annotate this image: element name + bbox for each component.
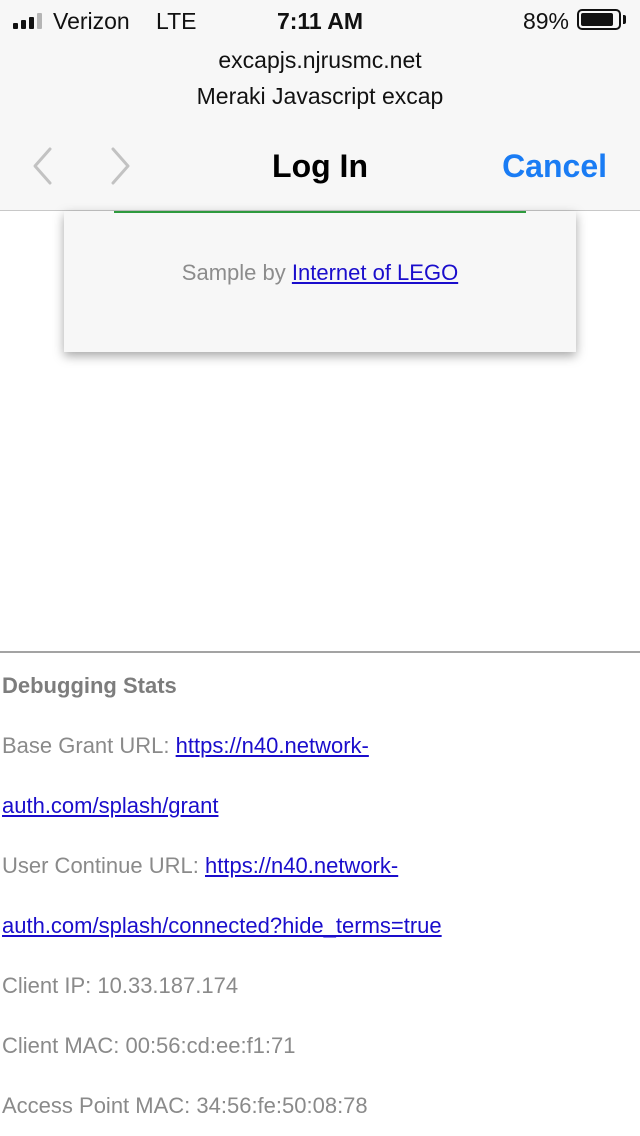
cancel-button[interactable]: Cancel [502,147,607,185]
battery-percent: 89% [522,8,569,34]
client-mac: Client MAC: 00:56:cd:ee:f1:71 [2,1033,296,1058]
base-grant-label: Base Grant URL: [2,733,170,758]
status-bar: Verizon LTE 7:11 AM 89% [0,0,640,40]
battery-icon [577,9,621,30]
user-continue-link-continued[interactable]: auth.com/splash/connected?hide_terms=tru… [2,913,442,938]
user-continue-label: User Continue URL: [2,853,199,878]
login-card: Sample by Internet of LEGO [64,211,576,352]
credit-prefix: Sample by [181,260,286,285]
battery-cap [623,15,626,24]
battery-level-fill [581,13,613,26]
user-continue-link[interactable]: https://n40.network- [205,853,398,878]
page-host: excapjs.njrusmc.net [218,47,422,73]
sample-credit: Sample by Internet of LEGO [64,259,576,287]
access-point-mac: Access Point MAC: 34:56:fe:50:08:78 [2,1093,368,1118]
base-grant-link[interactable]: https://n40.network- [176,733,369,758]
user-continue-row: User Continue URL: https://n40.network- [2,850,638,882]
base-grant-row: Base Grant URL: https://n40.network- [2,730,638,762]
client-ip: Client IP: 10.33.187.174 [2,973,239,998]
section-divider [0,651,640,653]
screen: Verizon LTE 7:11 AM 89% excapjs.njrusmc.… [0,0,640,1136]
page-title: Meraki Javascript excap [196,83,444,109]
debugging-stats: Debugging Stats Base Grant URL: https://… [2,670,638,1122]
debug-heading: Debugging Stats [2,673,177,698]
browser-chrome: Verizon LTE 7:11 AM 89% excapjs.njrusmc.… [0,0,640,211]
base-grant-link-continued[interactable]: auth.com/splash/grant [2,793,218,818]
user-continue-row-continued: auth.com/splash/connected?hide_terms=tru… [2,910,638,942]
base-grant-row-continued: auth.com/splash/grant [2,790,638,822]
input-underline [114,211,526,213]
internet-of-lego-link[interactable]: Internet of LEGO [292,260,458,285]
